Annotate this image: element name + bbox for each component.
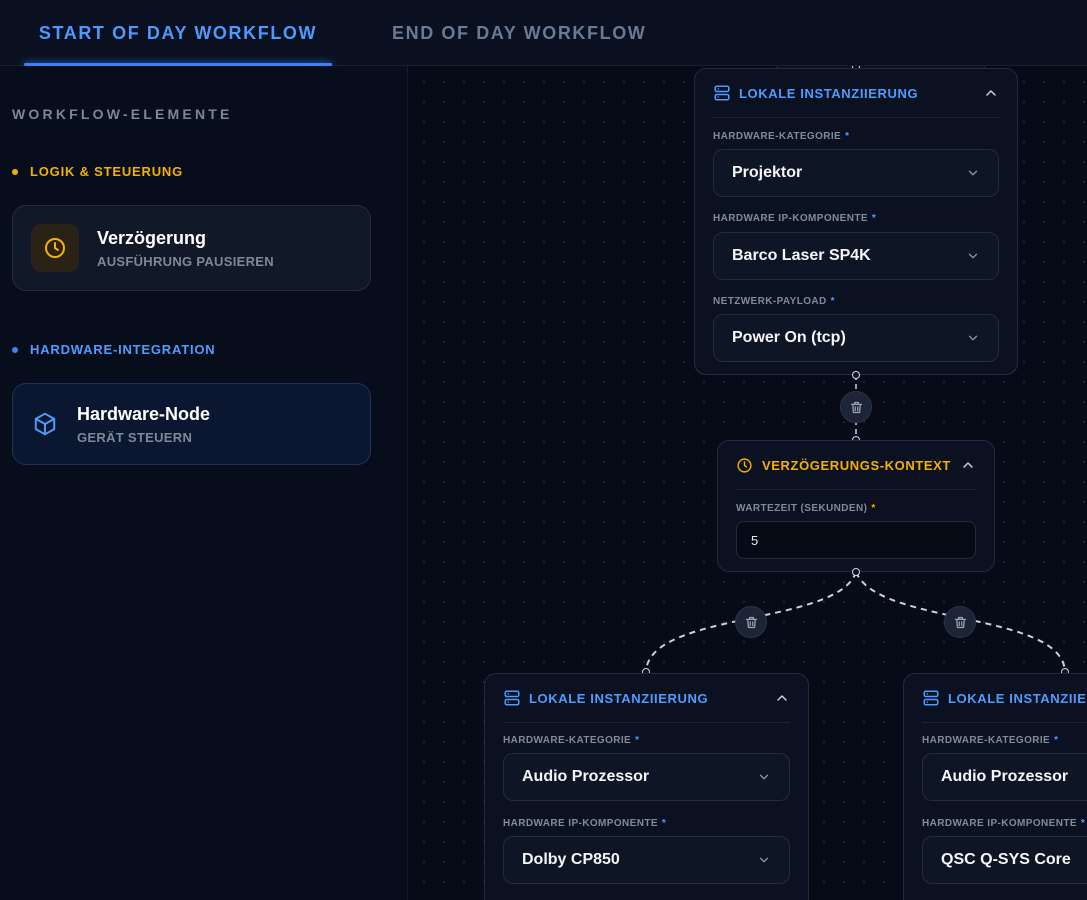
server-icon (503, 689, 521, 707)
category-hardware-integration: HARDWARE-INTEGRATION (12, 342, 215, 357)
category-label: HARDWARE-INTEGRATION (30, 342, 216, 357)
chevron-up-icon[interactable] (774, 690, 790, 706)
node-title: LOKALE INSTANZIIERUNG (948, 690, 1087, 706)
trash-icon (745, 616, 757, 628)
select-hardware-ip-component[interactable]: Dolby CP850 (503, 836, 790, 884)
node-header[interactable]: LOKALE INSTANZIIERUNG (922, 674, 1087, 723)
clock-icon (736, 456, 754, 474)
element-subtitle: AUSFÜHRUNG PAUSIEREN (97, 253, 274, 269)
select-hardware-category[interactable]: Audio Prozessor (922, 753, 1087, 801)
chevron-up-icon[interactable] (960, 457, 976, 473)
delete-edge-button[interactable] (840, 391, 872, 423)
node-title: LOKALE INSTANZIIERUNG (739, 85, 919, 101)
select-hardware-category[interactable]: Audio Prozessor (503, 753, 790, 801)
field-label-hardware-ip-component: HARDWARE IP-KOMPONENTE * (713, 213, 877, 224)
trash-icon (850, 401, 862, 413)
element-delay-card[interactable]: Verzögerung AUSFÜHRUNG PAUSIEREN (12, 205, 371, 291)
chevron-down-icon (968, 253, 978, 259)
chevron-down-icon (968, 335, 978, 341)
node-hardware-projector[interactable]: LOKALE INSTANZIIERUNG HARDWARE-KATEGORIE… (694, 68, 1018, 375)
element-title: Verzögerung (97, 227, 207, 248)
port-output[interactable] (852, 568, 860, 576)
trash-icon (954, 616, 966, 628)
tab-end-of-day-workflow[interactable]: END OF DAY WORKFLOW (392, 0, 646, 66)
category-logic-control: LOGIK & STEUERUNG (12, 164, 183, 179)
wait-time-input[interactable]: 5 (736, 521, 976, 559)
field-label-wait-time: WARTEZEIT (SEKUNDEN) * (736, 503, 876, 514)
field-label-hardware-category: HARDWARE-KATEGORIE * (713, 131, 850, 142)
field-label-hardware-category: HARDWARE-KATEGORIE * (503, 735, 640, 746)
sidebar-title: WORKFLOW-ELEMENTE (12, 106, 233, 122)
chevron-up-icon[interactable] (983, 85, 999, 101)
delete-edge-button[interactable] (944, 606, 976, 638)
field-label-network-payload: NETZWERK-PAYLOAD * (713, 296, 835, 307)
field-label-hardware-category: HARDWARE-KATEGORIE * (922, 735, 1059, 746)
node-header[interactable]: LOKALE INSTANZIIERUNG (713, 69, 999, 118)
node-header[interactable]: LOKALE INSTANZIIERUNG (503, 674, 790, 723)
node-title: VERZÖGERUNGS-KONTEXT (762, 457, 951, 473)
element-title: Hardware-Node (77, 403, 211, 424)
chevron-down-icon (968, 170, 978, 176)
chevron-down-icon (759, 774, 769, 780)
node-hardware-qsc[interactable]: LOKALE INSTANZIIERUNG HARDWARE-KATEGORIE… (903, 673, 1087, 900)
category-dot (12, 168, 18, 175)
category-dot (12, 346, 18, 353)
workflow-canvas[interactable]: LOKALE INSTANZIIERUNG HARDWARE-KATEGORIE… (408, 66, 1087, 900)
clock-icon (31, 224, 79, 272)
select-network-payload[interactable]: Power On (tcp) (713, 314, 999, 362)
node-title: LOKALE INSTANZIIERUNG (529, 690, 709, 706)
element-subtitle: GERÄT STEUERN (77, 429, 193, 445)
node-header[interactable]: VERZÖGERUNGS-KONTEXT (736, 441, 976, 490)
port-output[interactable] (852, 371, 860, 379)
workflow-elements-sidebar: WORKFLOW-ELEMENTE LOGIK & STEUERUNG Verz… (0, 66, 408, 900)
element-hardware-node-card[interactable]: Hardware-Node GERÄT STEUERN (12, 383, 371, 465)
field-label-hardware-ip-component: HARDWARE IP-KOMPONENTE * (503, 818, 667, 829)
select-hardware-ip-component[interactable]: QSC Q-SYS Core (922, 836, 1087, 884)
field-label-hardware-ip-component: HARDWARE IP-KOMPONENTE * (922, 818, 1086, 829)
server-icon (713, 84, 731, 102)
category-label: LOGIK & STEUERUNG (30, 164, 183, 179)
cube-icon (29, 400, 61, 448)
chevron-down-icon (759, 857, 769, 863)
select-hardware-category[interactable]: Projektor (713, 149, 999, 197)
node-hardware-dolby[interactable]: LOKALE INSTANZIIERUNG HARDWARE-KATEGORIE… (484, 673, 809, 900)
delete-edge-button[interactable] (735, 606, 767, 638)
select-hardware-ip-component[interactable]: Barco Laser SP4K (713, 232, 999, 280)
workflow-tabs-bar: START OF DAY WORKFLOW END OF DAY WORKFLO… (0, 0, 1087, 66)
server-icon (922, 689, 940, 707)
tab-start-of-day-workflow[interactable]: START OF DAY WORKFLOW (24, 0, 332, 66)
node-delay-context[interactable]: VERZÖGERUNGS-KONTEXT WARTEZEIT (SEKUNDEN… (717, 440, 995, 572)
